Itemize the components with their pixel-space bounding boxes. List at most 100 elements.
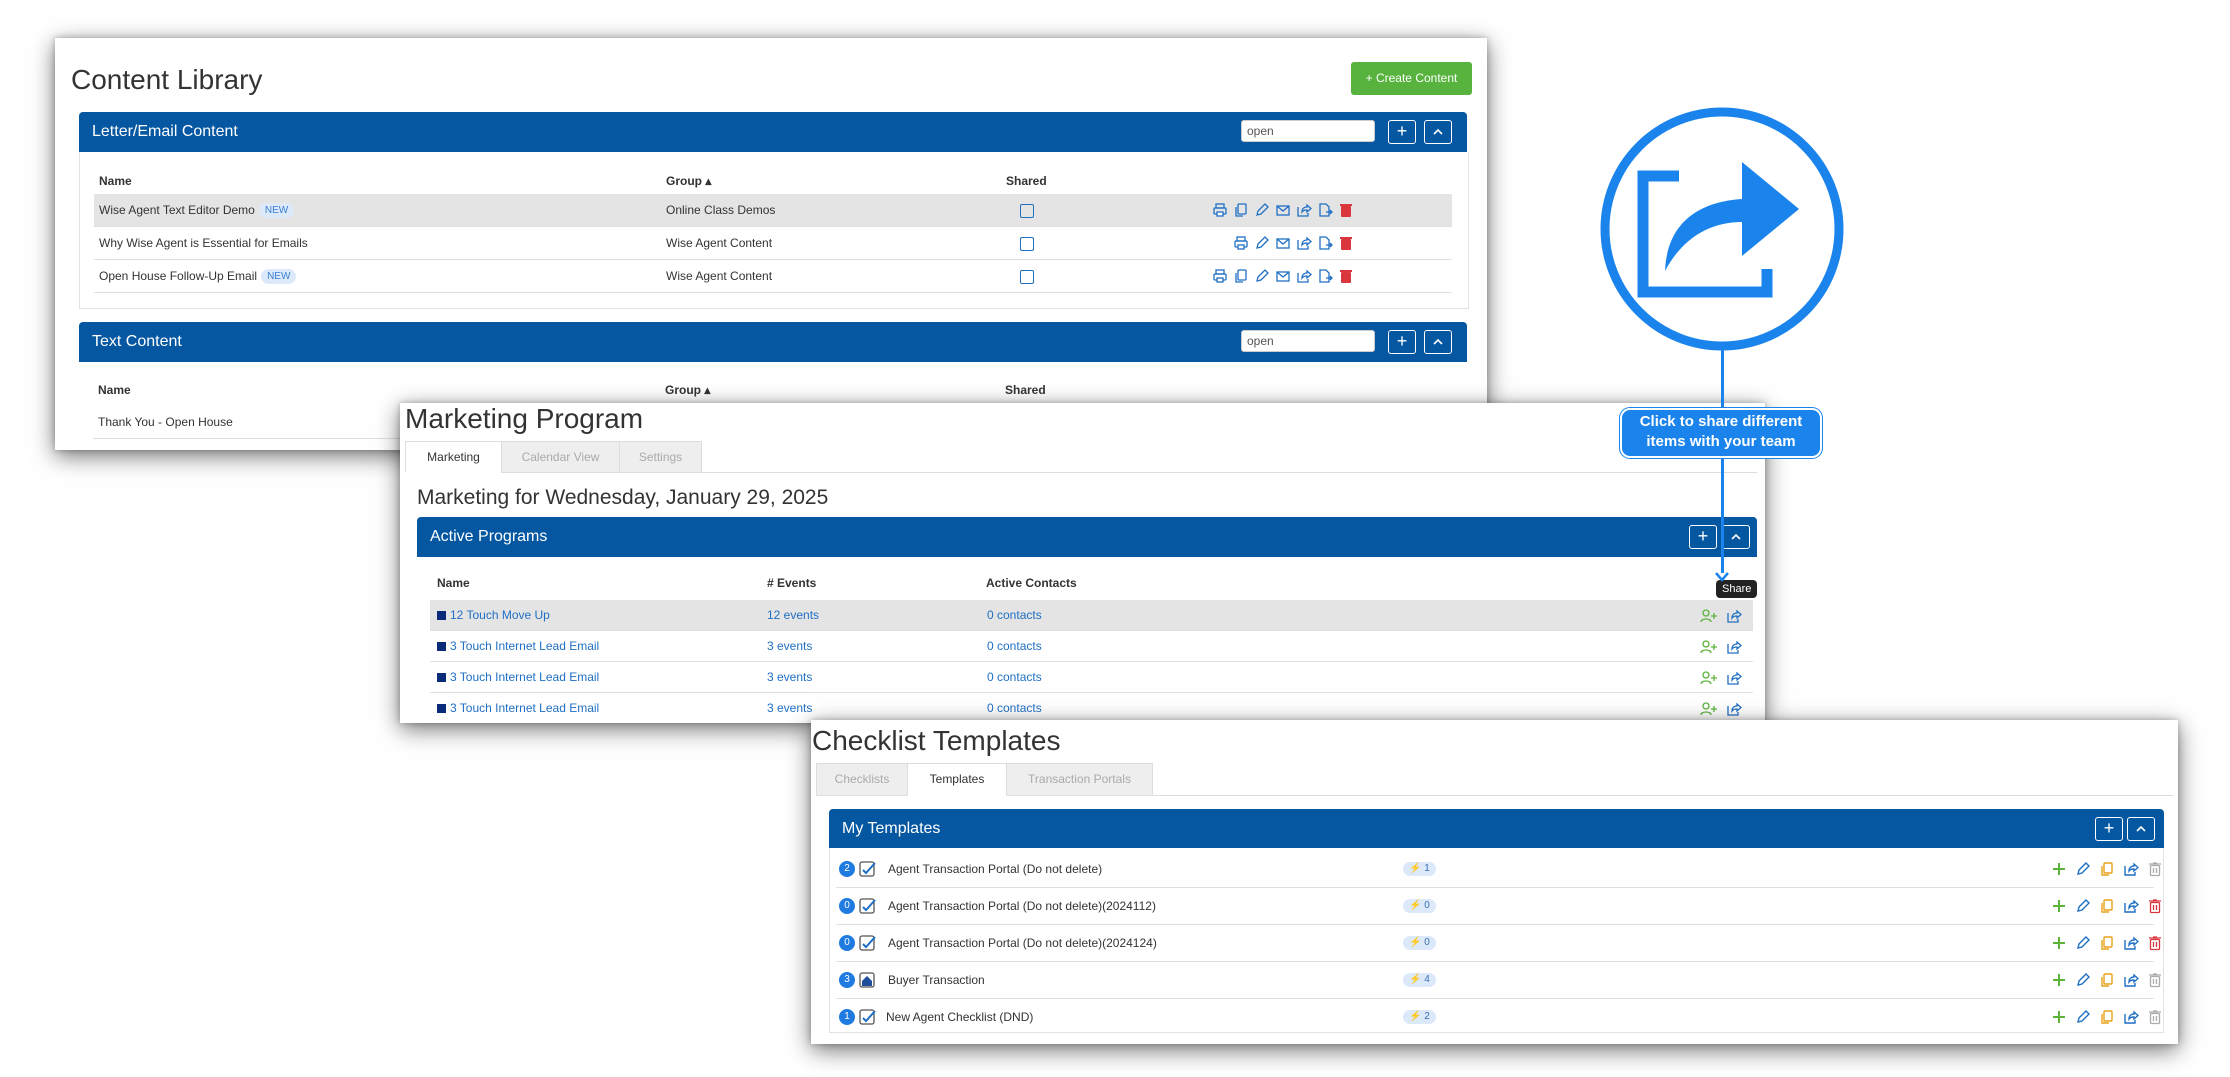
file-export-icon[interactable]: [1317, 268, 1333, 284]
program-name-link[interactable]: 12 Touch Move Up: [437, 600, 550, 631]
contacts-link[interactable]: 0 contacts: [987, 600, 1042, 631]
file-export-icon[interactable]: [1317, 235, 1333, 251]
share-icon[interactable]: [1296, 268, 1312, 284]
template-row[interactable]: 0 Agent Transaction Portal (Do not delet…: [836, 888, 2161, 925]
share-icon[interactable]: [1726, 670, 1742, 686]
share-icon[interactable]: [1296, 235, 1312, 251]
add-contact-icon[interactable]: [1700, 670, 1718, 686]
contacts-link[interactable]: 0 contacts: [987, 693, 1042, 723]
share-icon[interactable]: [1726, 639, 1742, 655]
plus-icon[interactable]: [2051, 861, 2067, 877]
table-row[interactable]: Wise Agent Text Editor Demo NEW Online Cl…: [94, 194, 1452, 227]
add-contact-icon[interactable]: [1700, 639, 1718, 655]
program-name-link[interactable]: 3 Touch Internet Lead Email: [437, 631, 599, 662]
print-icon[interactable]: [1212, 268, 1228, 284]
print-icon[interactable]: [1233, 235, 1249, 251]
template-row[interactable]: 1 New Agent Checklist (DND) ⚡ 2: [836, 999, 2161, 1036]
copy-icon[interactable]: [2099, 898, 2115, 914]
share-icon[interactable]: [2123, 861, 2139, 877]
table-row[interactable]: Why Wise Agent is Essential for Emails W…: [94, 227, 1452, 260]
plus-icon[interactable]: [2051, 1009, 2067, 1025]
share-icon[interactable]: [1726, 701, 1742, 717]
events-link[interactable]: 12 events: [767, 600, 819, 631]
template-row[interactable]: 0 Agent Transaction Portal (Do not delet…: [836, 925, 2161, 962]
tab-marketing[interactable]: Marketing: [405, 441, 502, 473]
collapse-button[interactable]: [1722, 525, 1750, 549]
table-row[interactable]: 3 Touch Internet Lead Email 3 events 0 c…: [430, 631, 1753, 662]
column-header-group[interactable]: Group ▴: [665, 383, 710, 397]
edit-icon[interactable]: [1254, 202, 1270, 218]
table-row[interactable]: 12 Touch Move Up 12 events 0 contacts: [430, 600, 1753, 631]
share-icon[interactable]: [2123, 935, 2139, 951]
edit-icon[interactable]: [2075, 861, 2091, 877]
trash-icon[interactable]: [1338, 202, 1354, 218]
events-link[interactable]: 3 events: [767, 662, 812, 693]
share-icon[interactable]: [1296, 202, 1312, 218]
checklist-templates-panel: Checklist Templates Checklists Templates…: [811, 720, 2178, 1044]
print-icon[interactable]: [1212, 202, 1228, 218]
trash-icon[interactable]: [1338, 235, 1354, 251]
plus-icon[interactable]: [2051, 935, 2067, 951]
edit-icon[interactable]: [1254, 235, 1270, 251]
tab-checklists[interactable]: Checklists: [816, 763, 908, 796]
add-button[interactable]: +: [1689, 525, 1717, 549]
create-content-button[interactable]: + Create Content: [1351, 62, 1472, 95]
contacts-link[interactable]: 0 contacts: [987, 631, 1042, 662]
share-tooltip: Share: [1716, 580, 1758, 598]
plus-icon[interactable]: [2051, 898, 2067, 914]
collapse-button[interactable]: [1424, 120, 1452, 144]
copy-icon[interactable]: [2099, 1009, 2115, 1025]
edit-icon[interactable]: [2075, 972, 2091, 988]
email-icon[interactable]: [1275, 202, 1291, 218]
program-name-link[interactable]: 3 Touch Internet Lead Email: [437, 662, 599, 693]
share-icon[interactable]: [1726, 608, 1742, 624]
email-icon[interactable]: [1275, 268, 1291, 284]
events-link[interactable]: 3 events: [767, 631, 812, 662]
search-input[interactable]: [1241, 330, 1375, 352]
trash-icon[interactable]: [2147, 935, 2163, 951]
template-name: Agent Transaction Portal (Do not delete): [888, 862, 1103, 876]
tab-calendar-view[interactable]: Calendar View: [501, 441, 620, 473]
share-icon[interactable]: [2123, 898, 2139, 914]
table-row[interactable]: 3 Touch Internet Lead Email 3 events 0 c…: [430, 693, 1753, 723]
share-icon[interactable]: [2123, 972, 2139, 988]
add-button[interactable]: +: [2095, 817, 2123, 841]
table-row[interactable]: 3 Touch Internet Lead Email 3 events 0 c…: [430, 662, 1753, 693]
add-button[interactable]: +: [1388, 120, 1416, 144]
contacts-link[interactable]: 0 contacts: [987, 662, 1042, 693]
edit-icon[interactable]: [2075, 898, 2091, 914]
search-input[interactable]: [1241, 120, 1375, 142]
edit-icon[interactable]: [2075, 935, 2091, 951]
trash-icon[interactable]: [1338, 268, 1354, 284]
edit-icon[interactable]: [1254, 268, 1270, 284]
copy-icon[interactable]: [1233, 202, 1249, 218]
template-row[interactable]: 3 Buyer Transaction ⚡ 4: [836, 962, 2161, 999]
trash-icon[interactable]: [2147, 898, 2163, 914]
tab-templates[interactable]: Templates: [907, 763, 1007, 796]
collapse-button[interactable]: [2127, 817, 2155, 841]
tab-settings[interactable]: Settings: [619, 441, 702, 473]
count-badge: 2: [839, 861, 855, 877]
copy-icon[interactable]: [2099, 861, 2115, 877]
add-button[interactable]: +: [1388, 330, 1416, 354]
email-icon[interactable]: [1275, 235, 1291, 251]
copy-icon[interactable]: [2099, 935, 2115, 951]
add-contact-icon[interactable]: [1700, 701, 1718, 717]
shared-checkbox[interactable]: [1020, 237, 1034, 251]
table-row[interactable]: Open House Follow-Up Email NEW Wise Agent…: [94, 260, 1452, 293]
events-link[interactable]: 3 events: [767, 693, 812, 723]
plus-icon[interactable]: [2051, 972, 2067, 988]
shared-checkbox[interactable]: [1020, 204, 1034, 218]
copy-icon[interactable]: [2099, 972, 2115, 988]
program-name-link[interactable]: 3 Touch Internet Lead Email: [437, 693, 599, 723]
tab-transaction-portals[interactable]: Transaction Portals: [1006, 763, 1153, 796]
file-export-icon[interactable]: [1317, 202, 1333, 218]
edit-icon[interactable]: [2075, 1009, 2091, 1025]
add-contact-icon[interactable]: [1700, 608, 1718, 624]
share-icon[interactable]: [2123, 1009, 2139, 1025]
collapse-button[interactable]: [1424, 330, 1452, 354]
shared-checkbox[interactable]: [1020, 270, 1034, 284]
column-header-group[interactable]: Group ▴: [666, 174, 711, 188]
copy-icon[interactable]: [1233, 268, 1249, 284]
template-row[interactable]: 2 Agent Transaction Portal (Do not delet…: [836, 851, 2161, 888]
